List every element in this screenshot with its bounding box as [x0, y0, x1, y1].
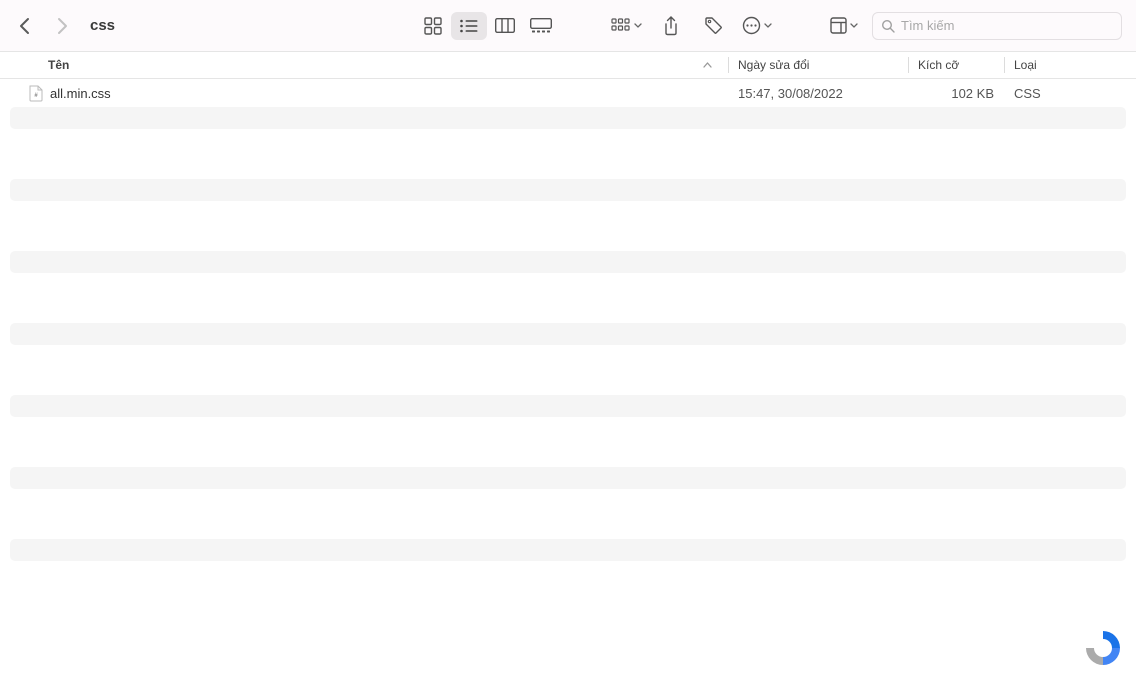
grid-icon — [424, 17, 442, 35]
toolbar-center — [415, 12, 776, 40]
empty-row — [10, 395, 1126, 417]
group-by-button[interactable] — [607, 12, 646, 40]
view-switcher — [415, 12, 559, 40]
column-header-modified[interactable]: Ngày sửa đổi — [728, 52, 908, 78]
column-view-button[interactable] — [487, 12, 523, 40]
file-modified: 15:47, 30/08/2022 — [728, 79, 908, 107]
empty-row — [10, 367, 1126, 395]
gallery-view-button[interactable] — [523, 12, 559, 40]
group-icon — [611, 18, 631, 34]
empty-row — [10, 151, 1126, 179]
empty-row — [10, 467, 1126, 489]
column-header-row: Tên Ngày sửa đổi Kích cỡ Loại — [0, 52, 1136, 79]
column-header-modified-label: Ngày sửa đổi — [738, 58, 809, 72]
search-box[interactable] — [872, 12, 1122, 40]
nav-buttons — [14, 16, 72, 36]
empty-row — [10, 223, 1126, 251]
sort-ascending-icon — [703, 62, 718, 68]
back-button[interactable] — [14, 16, 34, 36]
folder-title: css — [90, 17, 115, 34]
file-name-cell: # all.min.css — [0, 79, 728, 107]
actions-menu-button[interactable] — [738, 12, 776, 40]
column-header-size-label: Kích cỡ — [918, 58, 959, 72]
empty-row — [10, 107, 1126, 129]
empty-row — [10, 295, 1126, 323]
list-icon — [459, 18, 479, 34]
search-icon — [881, 19, 895, 33]
recaptcha-badge[interactable] — [1082, 627, 1124, 669]
column-header-size[interactable]: Kích cỡ — [908, 52, 1004, 78]
icon-view-button[interactable] — [415, 12, 451, 40]
tag-icon — [704, 16, 723, 35]
empty-row — [10, 179, 1126, 201]
empty-row — [10, 251, 1126, 273]
toolbar-right — [826, 12, 1122, 40]
columns-icon — [495, 18, 515, 33]
search-input[interactable] — [901, 18, 1113, 33]
file-row[interactable]: # all.min.css 15:47, 30/08/2022 102 KB C… — [0, 79, 1136, 107]
column-header-name-label: Tên — [48, 58, 69, 72]
recaptcha-icon — [1082, 627, 1124, 669]
empty-row — [10, 539, 1126, 561]
toolbar-actions — [607, 12, 776, 40]
empty-row — [10, 439, 1126, 467]
chevron-right-icon — [57, 17, 68, 35]
empty-row — [10, 511, 1126, 539]
column-header-kind[interactable]: Loại — [1004, 52, 1136, 78]
file-kind: CSS — [1004, 79, 1136, 107]
share-icon — [663, 16, 679, 36]
forward-button[interactable] — [52, 16, 72, 36]
file-size: 102 KB — [908, 79, 1004, 107]
chevron-down-icon — [634, 23, 642, 28]
share-button[interactable] — [654, 12, 688, 40]
more-icon — [742, 16, 761, 35]
empty-row — [10, 323, 1126, 345]
chevron-left-icon — [19, 17, 30, 35]
column-header-kind-label: Loại — [1014, 58, 1037, 72]
chevron-down-icon — [850, 23, 858, 28]
tags-button[interactable] — [696, 12, 730, 40]
file-list: # all.min.css 15:47, 30/08/2022 102 KB C… — [0, 79, 1136, 583]
window-icon — [830, 17, 847, 34]
window-options-button[interactable] — [826, 12, 862, 40]
gallery-icon — [530, 18, 552, 33]
list-view-button[interactable] — [451, 12, 487, 40]
chevron-down-icon — [764, 23, 772, 28]
file-name: all.min.css — [50, 86, 111, 101]
css-file-icon: # — [28, 84, 44, 102]
toolbar: css — [0, 0, 1136, 52]
column-header-name[interactable]: Tên — [0, 52, 728, 78]
